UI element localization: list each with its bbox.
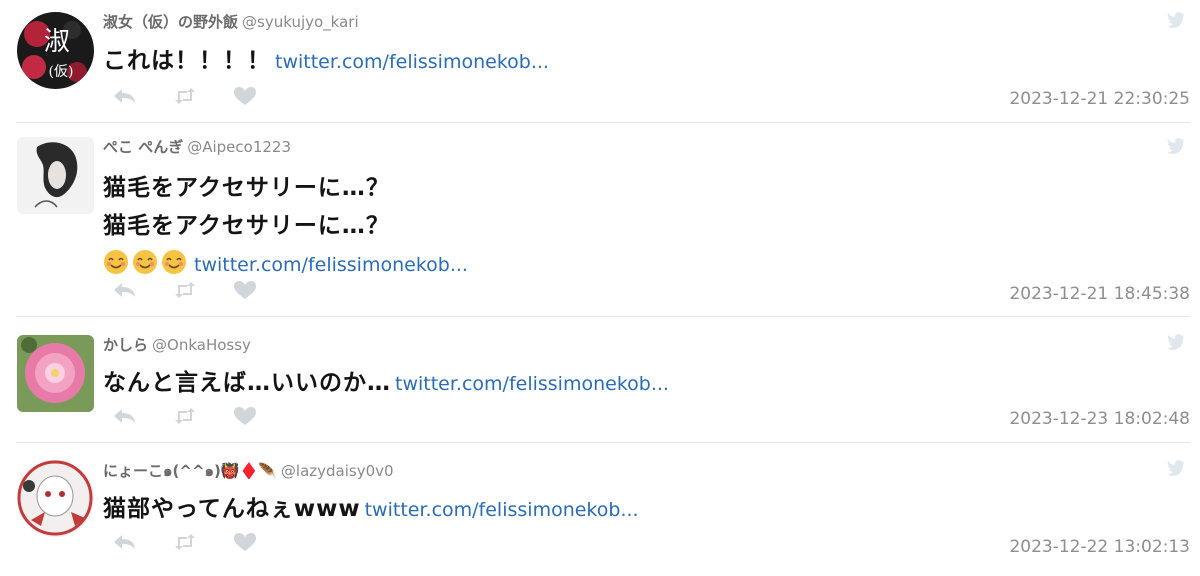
tweet-line: 猫毛をアクセサリーに…？ — [103, 213, 390, 239]
avatar[interactable] — [17, 335, 94, 412]
twitter-bird-icon[interactable] — [1166, 334, 1186, 350]
tweet-card[interactable]: にょーこ๑(^^๑)👹♦️🪶 @lazydaisy0v0 猫部やってんねぇwww t… — [0, 442, 1200, 576]
tweet-card[interactable]: ぺこ ぺんぎ @Aipeco1223 猫毛をアクセサリーに…？ 猫毛をアクセサリー… — [0, 122, 1200, 316]
author-handle[interactable]: @lazydaisy0v0 — [281, 462, 394, 480]
heart-icon[interactable] — [232, 406, 258, 426]
heart-icon[interactable] — [232, 280, 258, 300]
author-name[interactable]: にょーこ๑(^^๑)👹♦️🪶 — [103, 462, 277, 480]
retweet-icon[interactable] — [172, 406, 198, 426]
timestamp[interactable]: 2023-12-21 22:30:25 — [1009, 89, 1190, 109]
reply-icon[interactable] — [112, 532, 138, 552]
author-name[interactable]: ぺこ ぺんぎ — [103, 138, 183, 156]
tweet-card[interactable]: 淑 (仮) 淑女（仮）の野外飯 @syukujyo_kari これは！！！！ twi… — [0, 0, 1200, 122]
tweet-text: なんと言えば…いいのか… twitter.com/felissimonekob..… — [103, 364, 669, 403]
tweet-link[interactable]: twitter.com/felissimonekob... — [395, 373, 669, 395]
heart-icon[interactable] — [232, 532, 258, 552]
smiling-face-emoji — [103, 250, 132, 277]
timestamp[interactable]: 2023-12-21 18:45:38 — [1009, 284, 1190, 304]
reply-icon[interactable] — [112, 86, 138, 106]
timestamp[interactable]: 2023-12-22 13:02:13 — [1009, 537, 1190, 557]
tweet-line: 猫部やってんねぇwww — [103, 496, 361, 522]
tweet-link[interactable]: twitter.com/felissimonekob... — [194, 254, 468, 276]
tweet-text: 猫部やってんねぇwww twitter.com/felissimonekob... — [103, 490, 639, 529]
twitter-bird-icon[interactable] — [1166, 12, 1186, 28]
avatar[interactable] — [17, 137, 94, 214]
tweet-card[interactable]: かしら @OnkaHossy なんと言えば…いいのか… twitter.com/fe… — [0, 316, 1200, 442]
retweet-icon[interactable] — [172, 532, 198, 552]
timestamp[interactable]: 2023-12-23 18:02:48 — [1009, 409, 1190, 429]
retweet-icon[interactable] — [172, 86, 198, 106]
avatar[interactable]: 淑 (仮) — [17, 12, 94, 89]
twitter-bird-icon[interactable] — [1166, 138, 1186, 154]
avatar[interactable] — [17, 460, 94, 537]
svg-text:淑: 淑 — [44, 27, 70, 57]
author-handle[interactable]: @OnkaHossy — [152, 336, 251, 354]
tweet-link[interactable]: twitter.com/felissimonekob... — [365, 499, 639, 521]
smiling-face-emoji — [161, 250, 190, 277]
tweet-line: なんと言えば…いいのか… — [103, 370, 391, 396]
tweet-line: 猫毛をアクセサリーに…？ — [103, 175, 390, 201]
tweet-link[interactable]: twitter.com/felissimonekob... — [275, 51, 549, 73]
author-handle[interactable]: @syukujyo_kari — [242, 13, 359, 31]
tweet-text: 猫毛をアクセサリーに…？ 猫毛をアクセサリーに…？ twitter.com/fe… — [103, 169, 468, 284]
tweet-feed: 淑 (仮) 淑女（仮）の野外飯 @syukujyo_kari これは！！！！ twi… — [0, 0, 1200, 576]
tweet-line: これは！！！！ — [103, 48, 271, 74]
retweet-icon[interactable] — [172, 280, 198, 300]
svg-text:(仮): (仮) — [49, 64, 74, 80]
reply-icon[interactable] — [112, 280, 138, 300]
twitter-bird-icon[interactable] — [1166, 460, 1186, 476]
heart-icon[interactable] — [232, 86, 258, 106]
tweet-text: これは！！！！ twitter.com/felissimonekob... — [103, 42, 549, 81]
author-handle[interactable]: @Aipeco1223 — [187, 138, 291, 156]
author-name[interactable]: かしら — [103, 336, 148, 354]
smiling-face-emoji — [132, 250, 161, 277]
reply-icon[interactable] — [112, 406, 138, 426]
author-name[interactable]: 淑女（仮）の野外飯 — [103, 13, 238, 31]
